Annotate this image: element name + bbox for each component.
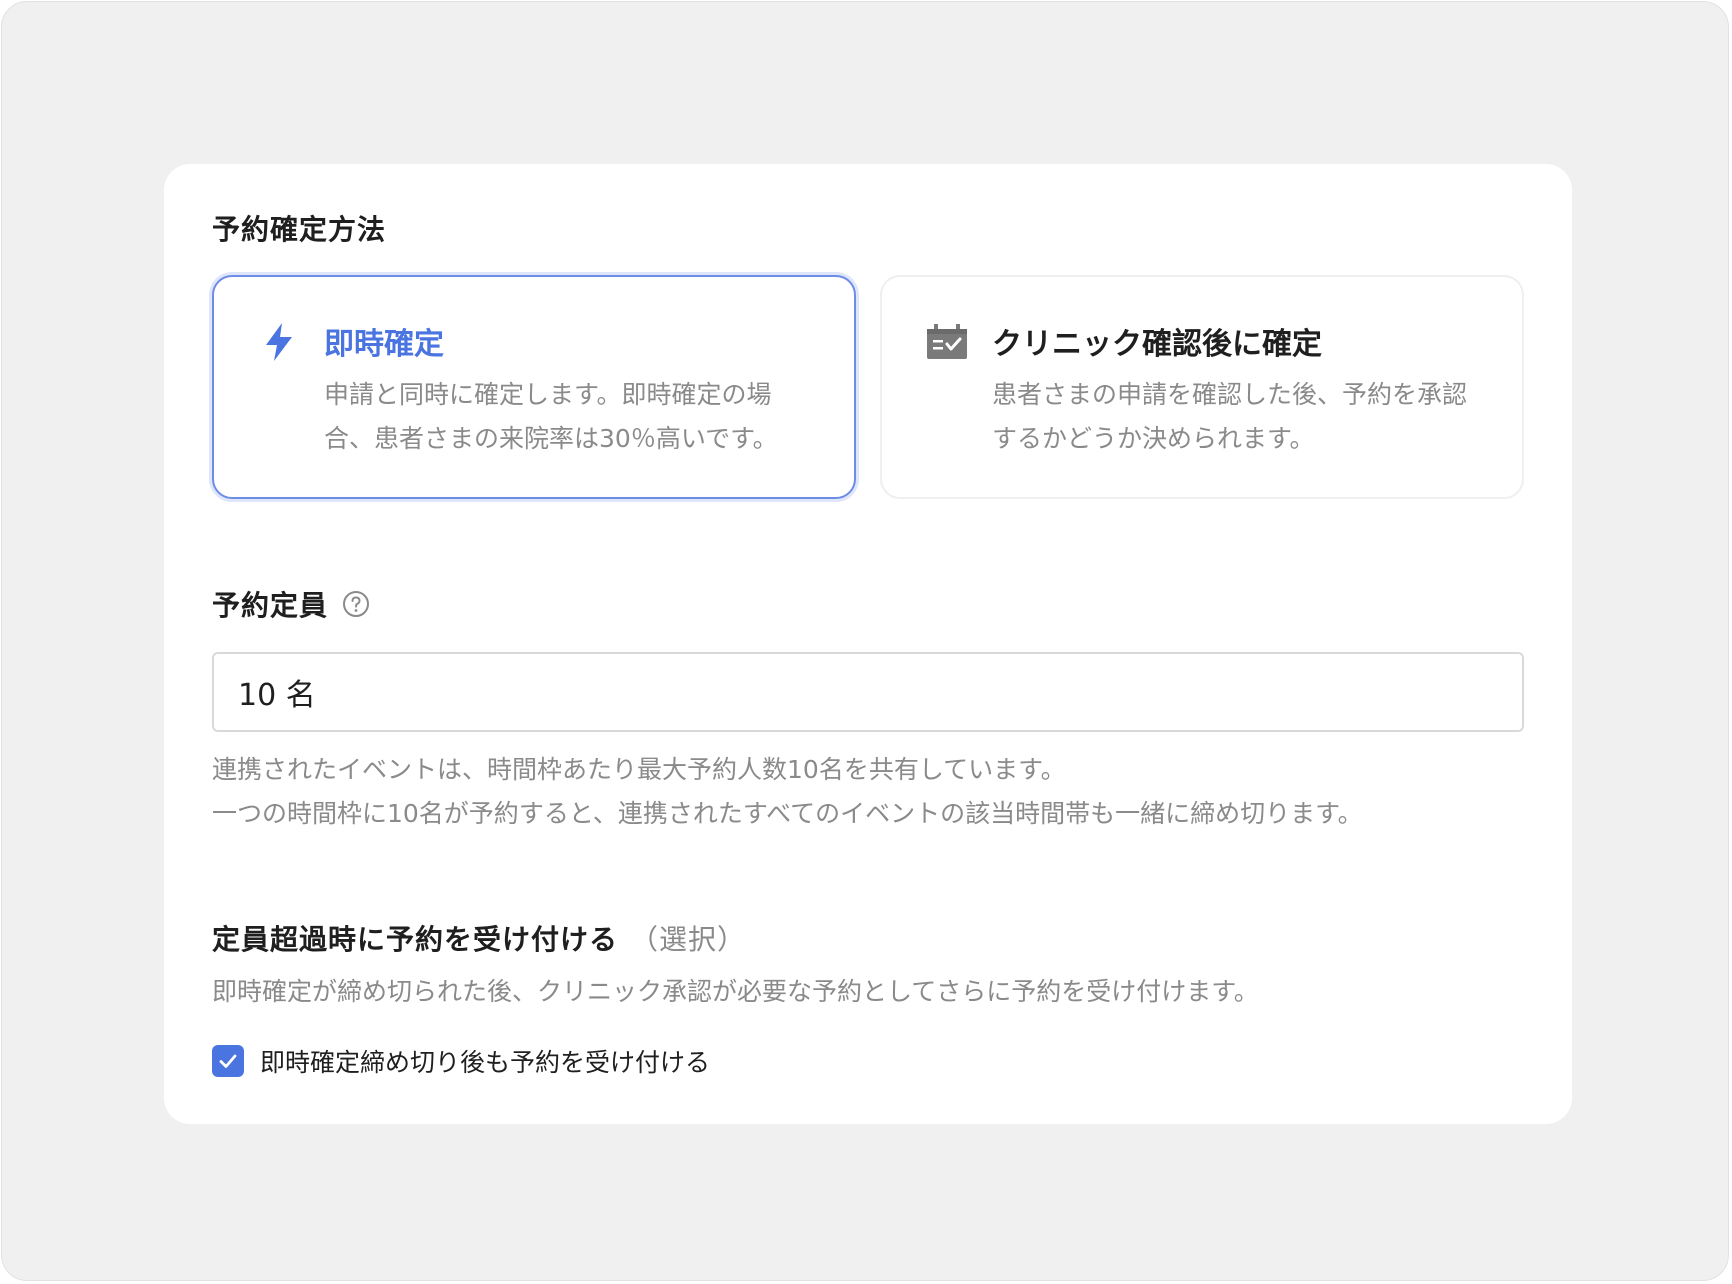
help-line-2: 一つの時間枠に10名が予約すると、連携されたすべてのイベントの該当時間帯も一緒に… (212, 799, 1363, 828)
option-description: 申請と同時に確定します。即時確定の場合、患者さまの来院率は30％高いです。 (324, 380, 778, 453)
app-frame: 予約確定方法 即時確定 申請と同時に確定します。即時確定の場合、患者さまの来院率… (1, 1, 1729, 1281)
option-description: 患者さまの申請を確認した後、予約を承認するかどうか決められます。 (992, 380, 1468, 453)
option-instant-confirm[interactable]: 即時確定 申請と同時に確定します。即時確定の場合、患者さまの来院率は30％高いで… (212, 275, 856, 499)
option-clinic-confirm[interactable]: クリニック確認後に確定 患者さまの申請を確認した後、予約を承認するかどうか決めら… (880, 275, 1524, 499)
capacity-help-text: 連携されたイベントは、時間枠あたり最大予約人数10名を共有しています。 一つの時… (212, 748, 1363, 836)
overbooking-checkbox-row[interactable]: 即時確定締め切り後も予約を受け付ける (212, 1044, 710, 1078)
help-line-1: 連携されたイベントは、時間枠あたり最大予約人数10名を共有しています。 (212, 755, 1066, 784)
option-title: 即時確定 (324, 327, 444, 362)
overbooking-checkbox[interactable] (212, 1045, 244, 1077)
capacity-title: 予約定員 (212, 589, 329, 622)
capacity-input[interactable] (236, 673, 1500, 711)
calendar-check-icon (924, 319, 970, 365)
check-icon (219, 1054, 237, 1068)
optional-label: （選択） (630, 923, 747, 956)
overbooking-title: 定員超過時に予約を受け付ける (212, 923, 619, 956)
settings-card: 予約確定方法 即時確定 申請と同時に確定します。即時確定の場合、患者さまの来院率… (164, 164, 1572, 1124)
booking-method-title: 予約確定方法 (212, 213, 387, 246)
question-circle-icon[interactable] (342, 590, 370, 618)
lightning-icon (256, 319, 302, 365)
overbooking-heading: 定員超過時に予約を受け付ける （選択） (212, 918, 746, 958)
capacity-input-box[interactable] (212, 652, 1524, 732)
option-title: クリニック確認後に確定 (992, 327, 1322, 362)
overbooking-description: 即時確定が締め切られた後、クリニック承認が必要な予約としてさらに予約を受け付けま… (212, 977, 1259, 1006)
checkbox-label[interactable]: 即時確定締め切り後も予約を受け付ける (260, 1043, 710, 1079)
